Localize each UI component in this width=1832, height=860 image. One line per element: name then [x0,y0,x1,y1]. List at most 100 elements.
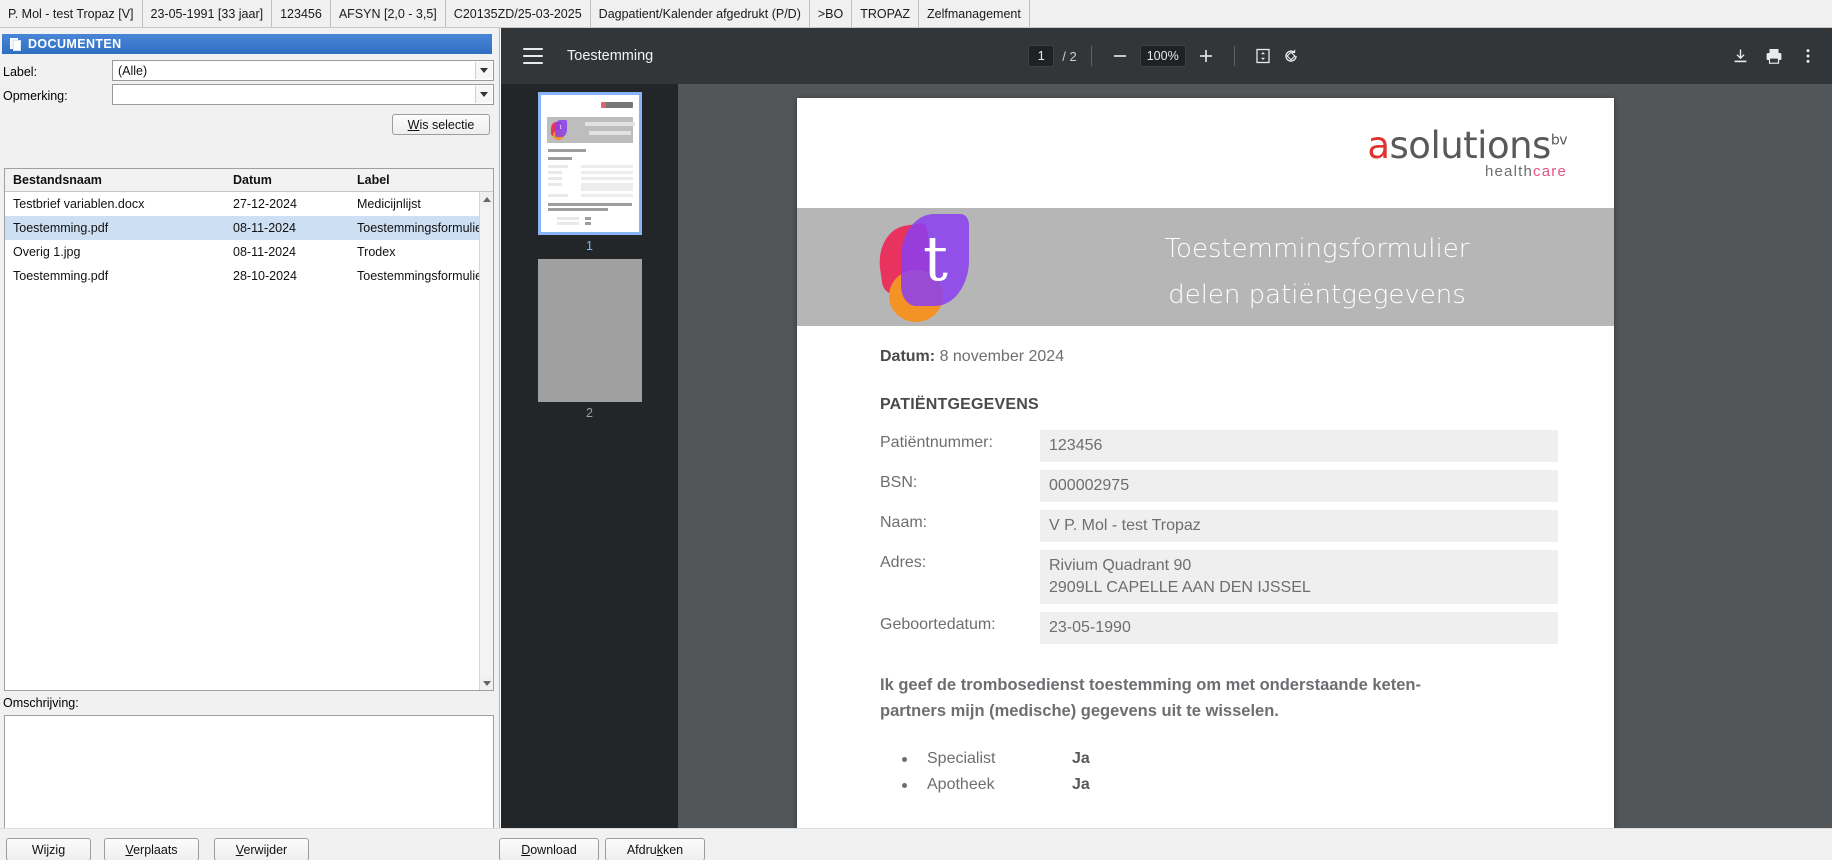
pdf-consent-list: Specialist Ja Apotheek Ja [880,750,1558,794]
page-number-input[interactable]: 1 [1028,45,1055,67]
fit-page-icon[interactable] [1249,42,1277,70]
pdf-field-row: BSN: 000002975 [880,470,1558,502]
download-icon[interactable] [1726,42,1754,70]
logo-letter-a: a [1367,124,1390,167]
pdf-thumbnail-page-2[interactable]: 2 [537,259,642,420]
zoom-level-value[interactable]: 100% [1139,45,1186,67]
label-filter-select[interactable]: (Alle) [112,60,494,81]
documents-table-scrollbar[interactable] [479,192,493,690]
pdf-toolbar-center: 1 / 2 100% [957,42,1377,70]
pdf-consent-text: Ik geef de trombosedienst toestemming om… [880,676,1421,720]
delete-button[interactable]: Verwijder [214,838,309,860]
context-item-birthdate[interactable]: 23-05-1991 [33 jaar] [143,0,273,27]
page-total-label: / 2 [1062,48,1077,64]
pdf-page-canvas[interactable]: asolutionsbv healthcare t Toestemmingsfo [678,84,1832,828]
cell-date: 08-11-2024 [233,245,297,259]
pdf-banner-title: Toestemmingsformulier delen patiëntgegev… [1097,226,1537,318]
documents-panel: DOCUMENTEN Label: (Alle) Opmerking: Wis … [0,28,500,860]
print-button[interactable]: Afdrukken [605,838,705,860]
column-header-date[interactable]: Datum [233,173,357,187]
chevron-down-icon[interactable] [475,62,492,79]
context-item-code[interactable]: C20135ZD/25-03-2025 [446,0,591,27]
rotate-icon[interactable] [1277,42,1305,70]
pdf-field-key: BSN: [880,474,918,491]
toolbar-divider [1090,46,1092,66]
table-row[interactable]: Toestemming.pdf 28-10-2024 Toestemmingsf… [5,264,493,288]
pdf-toolbar: Toestemming 1 / 2 100% [501,28,1832,84]
cell-date: 08-11-2024 [233,221,297,235]
context-item-appointment[interactable]: Dagpatient/Kalender afgedrukt (P/D) [591,0,810,27]
cell-filename: Overig 1.jpg [13,245,81,259]
cell-label: Trodex [357,245,396,259]
cell-label: Toestemmingsformulier [357,269,487,283]
list-item: Specialist Ja [880,750,1558,768]
pdf-banner-title-line2: delen patiëntgegevens [1168,280,1466,310]
column-header-filename[interactable]: Bestandsnaam [5,173,233,187]
pdf-thumbnail-page-1[interactable]: t 1 [537,92,642,253]
documents-table-header: Bestandsnaam Datum Label [5,169,493,192]
pdf-field-value: 000002975 [1040,470,1558,502]
context-item-selfmanagement[interactable]: Zelfmanagement [919,0,1030,27]
clear-selection-label-rest: is selectie [419,117,475,132]
download-button[interactable]: Download [499,838,599,860]
cell-filename: Toestemming.pdf [13,269,109,283]
print-icon[interactable] [1760,42,1788,70]
hamburger-menu-icon[interactable] [523,48,543,64]
pdf-date-row: Datum: 8 november 2024 [880,348,1558,366]
pdf-field-key: Geboortedatum: [880,616,996,633]
documents-panel-header: DOCUMENTEN [2,34,492,54]
logo-tagline-health: health [1484,163,1534,180]
consent-partner-value: Ja [1072,750,1090,767]
column-header-label[interactable]: Label [357,173,493,187]
pdf-toolbar-right [1726,28,1822,84]
pdf-thumbnail-preview [537,259,642,402]
pdf-thumbnail-rail[interactable]: t 1 2 [501,84,678,828]
documents-icon [10,37,21,51]
clear-selection-button[interactable]: Wis selectie [392,114,490,135]
chevron-down-icon[interactable] [475,86,492,103]
pdf-banner-title-line1: Toestemmingsformulier [1164,234,1470,264]
more-vertical-icon[interactable] [1794,42,1822,70]
pdf-date-value: 8 november 2024 [939,348,1065,365]
pdf-field-value: Rivium Quadrant 90 2909LL CAPELLE AAN DE… [1040,550,1558,604]
pdf-field-value: V P. Mol - test Tropaz [1040,510,1558,542]
asolutions-logo: asolutionsbv healthcare [1367,124,1567,180]
cell-label: Toestemmingsformulier [357,221,487,235]
documents-table[interactable]: Bestandsnaam Datum Label Testbrief varia… [4,168,494,691]
pdf-page-1: asolutionsbv healthcare t Toestemmingsfo [797,98,1614,828]
opmerking-filter-select[interactable] [112,84,494,105]
thumbnail-page-content: t [540,95,639,232]
tropaz-logo-icon: t [874,214,989,332]
description-textarea[interactable] [4,715,494,846]
pdf-thumbnail-number: 2 [586,406,593,420]
bullet-icon [902,756,907,762]
table-row[interactable]: Overig 1.jpg 08-11-2024 Trodex [5,240,493,264]
scroll-down-icon[interactable] [480,676,493,690]
description-caption: Omschrijving: [3,696,79,710]
pdf-field-row: Geboortedatum: 23-05-1990 [880,612,1558,644]
move-button[interactable]: Verplaats [104,838,199,860]
zoom-in-icon[interactable] [1192,42,1220,70]
context-item-indication[interactable]: AFSYN [2,0 - 3,5] [331,0,446,27]
cell-filename: Toestemming.pdf [13,221,109,235]
pdf-field-row: Naam: V P. Mol - test Tropaz [880,510,1558,542]
cell-label: Medicijnlijst [357,197,421,211]
edit-button[interactable]: Wijzig [6,838,91,860]
scroll-up-icon[interactable] [480,192,493,206]
edit-button-label: Wijzig [31,842,66,857]
pdf-document-title: Toestemming [567,48,654,64]
list-item: Apotheek Ja [880,776,1558,794]
pdf-date-label: Datum: [880,348,936,365]
context-item-tropaz[interactable]: TROPAZ [852,0,920,27]
zoom-out-icon[interactable] [1106,42,1134,70]
pdf-banner: t Toestemmingsformulier delen patiëntgeg… [797,208,1614,326]
table-row[interactable]: Testbrief variablen.docx 27-12-2024 Medi… [5,192,493,216]
cell-date: 28-10-2024 [233,269,297,283]
context-item-patient-number[interactable]: 123456 [272,0,331,27]
consent-partner-value: Ja [1072,776,1090,793]
pdf-field-row: Adres: Rivium Quadrant 90 2909LL CAPELLE… [880,550,1558,604]
table-row[interactable]: Toestemming.pdf 08-11-2024 Toestemmingsf… [5,216,493,240]
context-item-patient[interactable]: P. Mol - test Tropaz [V] [0,0,143,27]
context-item-bo[interactable]: >BO [810,0,853,27]
pdf-field-value: 123456 [1040,430,1558,462]
